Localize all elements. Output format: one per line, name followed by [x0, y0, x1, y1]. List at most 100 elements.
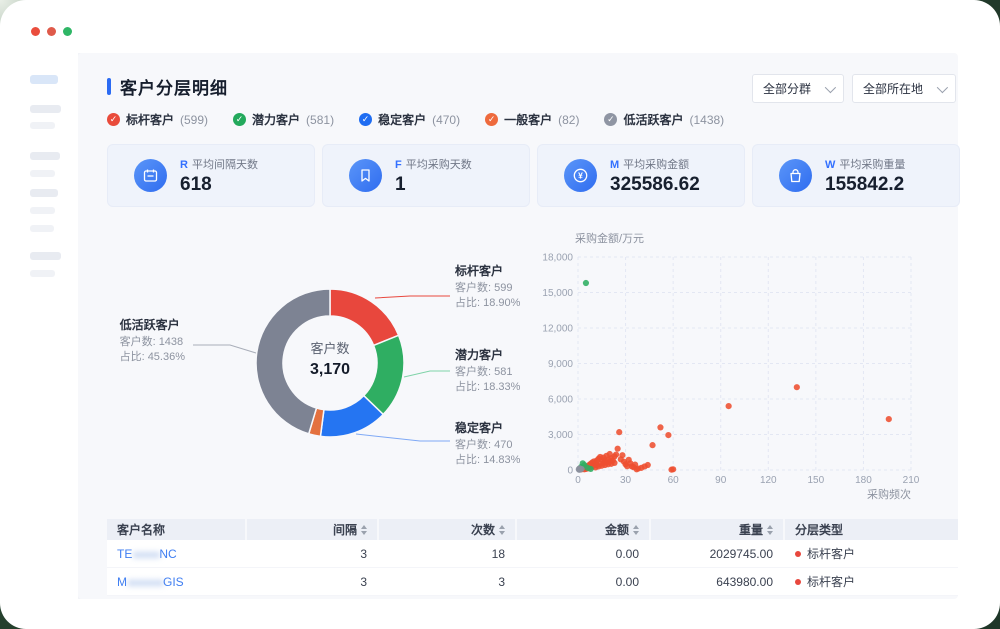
callout-percent: 占比: 45.36% — [120, 350, 185, 365]
cell-weight: 643980.00 — [651, 575, 783, 589]
donut-callout-line — [356, 434, 450, 441]
scatter-point-标杆客户[interactable] — [615, 446, 621, 452]
table-header-重量[interactable]: 重量 — [651, 519, 783, 540]
sidebar-skeleton-bar — [30, 105, 61, 113]
table-row: TExxxxxxNC3180.002029745.00标杆客户 — [107, 540, 958, 568]
column-label: 分层类型 — [795, 521, 843, 538]
segment-label: 标杆客户 — [807, 573, 855, 590]
donut-callout-潜力客户: 潜力客户客户数: 581占比: 18.33% — [455, 348, 520, 395]
sort-icon[interactable] — [499, 525, 505, 535]
y-tick-label: 12,000 — [542, 324, 573, 335]
name-prefix: TE — [117, 547, 132, 561]
stat-card-text: M平均采购金额325586.62 — [610, 156, 718, 196]
table-header-row: 客户名称间隔次数金额重量分层类型 — [107, 519, 958, 540]
svg-text:¥: ¥ — [578, 171, 583, 181]
scatter-point-标杆客户[interactable] — [668, 467, 674, 473]
filter-dropdown-location[interactable]: 全部所在地 — [852, 74, 956, 103]
window-close-button[interactable] — [31, 27, 40, 36]
legend-item-一般客户[interactable]: ✓一般客户(82) — [485, 111, 579, 128]
scatter-point-标杆客户[interactable] — [886, 416, 892, 422]
customer-name-link[interactable]: TExxxxxxNC — [117, 547, 177, 561]
legend-count: (599) — [180, 113, 208, 127]
donut-center-title: 客户数 — [276, 338, 384, 357]
name-redacted: xxxxxx — [132, 549, 159, 561]
callout-percent: 占比: 18.33% — [455, 380, 520, 395]
name-redacted: xxxxxxxx — [127, 577, 163, 589]
check-circle-icon: ✓ — [233, 113, 246, 126]
window-controls — [31, 27, 72, 36]
scatter-point-标杆客户[interactable] — [649, 442, 655, 448]
check-circle-icon: ✓ — [107, 113, 120, 126]
x-tick-label: 30 — [620, 475, 632, 486]
name-prefix: M — [117, 575, 127, 589]
sort-icon[interactable] — [633, 525, 639, 535]
cell-customer-name: MxxxxxxxxGIS — [107, 575, 245, 589]
sort-icon[interactable] — [361, 525, 367, 535]
customer-name-link[interactable]: MxxxxxxxxGIS — [117, 575, 184, 589]
yuan-coin-icon: ¥ — [564, 159, 597, 192]
legend-item-潜力客户[interactable]: ✓潜力客户(581) — [233, 111, 334, 128]
window-minimize-button[interactable] — [47, 27, 56, 36]
x-tick-label: 0 — [575, 475, 581, 486]
check-circle-icon: ✓ — [604, 113, 617, 126]
scatter-point-标杆客户[interactable] — [619, 452, 625, 458]
table-header-分层类型: 分层类型 — [785, 519, 958, 540]
scatter-point-标杆客户[interactable] — [794, 384, 800, 390]
legend-item-稳定客户[interactable]: ✓稳定客户(470) — [359, 111, 460, 128]
callout-name: 低活跃客户 — [120, 318, 185, 333]
donut-chart[interactable]: 客户数 3,170 标杆客户客户数: 599占比: 18.90% 潜力客户客户数:… — [105, 250, 540, 490]
legend-label: 稳定客户 — [378, 111, 426, 128]
scatter-point-潜力客户[interactable] — [583, 280, 589, 286]
cell-amount: 0.00 — [517, 547, 649, 561]
column-label: 重量 — [739, 521, 763, 538]
scatter-chart[interactable]: 03,0006,0009,00012,00015,00018,000030609… — [540, 228, 955, 506]
legend-count: (82) — [558, 113, 579, 127]
column-label: 次数 — [471, 521, 495, 538]
legend-count: (470) — [432, 113, 460, 127]
scatter-point-标杆客户[interactable] — [726, 403, 732, 409]
stat-card-text: F平均采购天数1 — [395, 156, 503, 196]
name-suffix: NC — [159, 547, 176, 561]
callout-count: 客户数: 581 — [455, 365, 520, 380]
y-axis-title: 采购金额/万元 — [575, 231, 644, 245]
scatter-svg[interactable]: 03,0006,0009,00012,00015,00018,000030609… — [540, 228, 955, 506]
table-header-间隔[interactable]: 间隔 — [247, 519, 377, 540]
callout-count: 客户数: 470 — [455, 438, 520, 453]
y-tick-label: 15,000 — [542, 288, 573, 299]
callout-percent: 占比: 14.83% — [455, 453, 520, 468]
table-row: MxxxxxxxxGIS330.00643980.00标杆客户 — [107, 568, 958, 596]
chevron-down-icon — [937, 81, 948, 92]
stat-card-text: R平均间隔天数618 — [180, 156, 288, 196]
stat-card-letter: R — [180, 159, 188, 171]
scatter-point-低活跃客户[interactable] — [576, 467, 582, 473]
scatter-point-标杆客户[interactable] — [657, 424, 663, 430]
page-title-bar: 客户分层明细 — [107, 74, 228, 99]
scatter-point-标杆客户[interactable] — [665, 432, 671, 438]
legend-label: 低活跃客户 — [623, 111, 683, 128]
donut-callout-标杆客户: 标杆客户客户数: 599占比: 18.90% — [455, 264, 520, 311]
callout-percent: 占比: 18.90% — [455, 296, 520, 311]
donut-callout-line — [193, 345, 256, 353]
page-background: 客户分层明细 全部分群全部所在地 ✓标杆客户(599)✓潜力客户(581)✓稳定… — [0, 0, 1000, 629]
calendar-icon — [134, 159, 167, 192]
donut-center-label: 客户数 3,170 — [276, 338, 384, 379]
legend-item-标杆客户[interactable]: ✓标杆客户(599) — [107, 111, 208, 128]
legend-item-低活跃客户[interactable]: ✓低活跃客户(1438) — [604, 111, 724, 128]
donut-callout-稳定客户: 稳定客户客户数: 470占比: 14.83% — [455, 421, 520, 468]
sidebar-skeleton-bar — [30, 207, 55, 214]
table-header-金额[interactable]: 金额 — [517, 519, 649, 540]
scatter-point-潜力客户[interactable] — [588, 466, 594, 472]
sort-icon[interactable] — [767, 525, 773, 535]
scatter-point-标杆客户[interactable] — [616, 429, 622, 435]
page-title: 客户分层明细 — [120, 74, 228, 99]
window-zoom-button[interactable] — [63, 27, 72, 36]
sidebar-skeleton-bar — [30, 189, 58, 197]
customer-table: 客户名称间隔次数金额重量分层类型 TExxxxxxNC3180.00202974… — [107, 519, 958, 596]
table-header-次数[interactable]: 次数 — [379, 519, 515, 540]
name-suffix: GIS — [163, 575, 184, 589]
filter-dropdown-group[interactable]: 全部分群 — [752, 74, 844, 103]
cell-customer-name: TExxxxxxNC — [107, 547, 245, 561]
callout-name: 标杆客户 — [455, 264, 520, 279]
scatter-point-标杆客户[interactable] — [630, 464, 636, 470]
sidebar-skeleton-bar — [30, 270, 55, 277]
